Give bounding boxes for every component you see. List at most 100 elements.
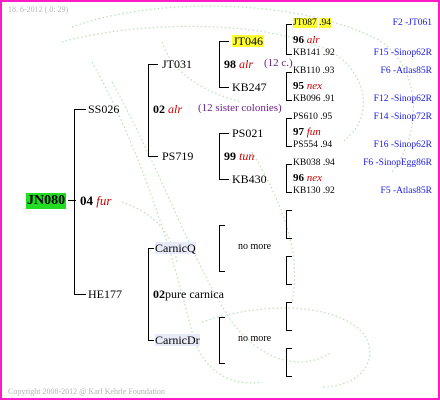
connector xyxy=(286,72,287,100)
gm1-id[interactable]: JT031 xyxy=(162,58,192,70)
connector xyxy=(219,133,229,134)
connector xyxy=(74,294,86,295)
gf1-id[interactable]: CarnicQ xyxy=(155,242,196,254)
connector xyxy=(286,192,292,193)
father-id[interactable]: HE177 xyxy=(88,288,122,300)
g4-3-year: .93 xyxy=(322,66,335,76)
g4-6-id: PS554 xyxy=(293,140,318,150)
g4-2[interactable]: KB141 .92 xyxy=(293,48,335,59)
g4-1-id: JT087 xyxy=(293,18,317,28)
g3-1-id[interactable]: JT046 xyxy=(232,35,264,47)
connector xyxy=(148,340,154,341)
g4-5[interactable]: PS610 .95 xyxy=(293,112,332,123)
g4-1-desc: F2 -JT061 xyxy=(392,18,432,28)
g3-4-year-value: 96 xyxy=(293,172,304,184)
connector xyxy=(286,330,292,331)
g4-5-desc: F14 -Sinop72R xyxy=(373,112,432,122)
g4-3-id: KB110 xyxy=(293,66,321,76)
g4-4-id: KB096 xyxy=(293,94,321,104)
g3-2-id[interactable]: KB247 xyxy=(232,81,267,93)
mother-id[interactable]: SS026 xyxy=(88,103,119,115)
g4-6[interactable]: PS554 .94 xyxy=(293,140,333,151)
gm1-year: 98 alr xyxy=(224,58,253,70)
connector xyxy=(219,179,229,180)
g4-4-desc: F12 -Sinop62R xyxy=(373,94,432,104)
father-year-value: 02 xyxy=(153,287,165,301)
copyright: Copyright 2008-2012 @ Karl Kehrle Founda… xyxy=(8,387,165,396)
connector xyxy=(148,64,149,156)
g3-4-origin: nex xyxy=(306,172,323,184)
connector xyxy=(286,100,292,101)
g3-4-id[interactable]: KB430 xyxy=(232,173,267,185)
g4-3-desc: F6 -Atlas85R xyxy=(380,66,432,76)
connector xyxy=(286,54,292,55)
g3-3-origin: fun xyxy=(306,126,321,138)
g4-5-id: PS610 xyxy=(293,112,318,122)
g4-8-id: KB130 xyxy=(293,186,321,196)
connector xyxy=(286,24,287,54)
g4-8-desc: F5 -Atlas85R xyxy=(380,186,432,196)
g4-1[interactable]: JT087 .94 xyxy=(293,18,331,29)
g4-3[interactable]: KB110 .93 xyxy=(293,66,335,77)
g3-1-origin: alr xyxy=(306,34,320,46)
connector xyxy=(148,64,158,65)
g4-6-desc: F16 -Sinop62R xyxy=(373,140,432,150)
gm2-origin: tun xyxy=(239,149,255,163)
mother-year-value: 02 xyxy=(153,102,165,116)
connector xyxy=(219,87,229,88)
g4-6-year: .94 xyxy=(320,140,333,150)
connector xyxy=(148,156,158,157)
gm2-year: 99 tun xyxy=(224,150,254,162)
gf2-id[interactable]: CarnicDr xyxy=(155,334,200,346)
connector xyxy=(219,41,220,87)
connector xyxy=(286,348,292,349)
g3-2-year: 95 nex xyxy=(293,81,322,92)
g4-2-desc: F15 -Sinop62R xyxy=(373,48,432,58)
g3-3-year: 97 fun xyxy=(293,127,321,138)
connector xyxy=(74,109,75,295)
connector xyxy=(286,284,292,285)
mother-note: (12 sister colonies) xyxy=(198,102,282,114)
gm2-id[interactable]: PS719 xyxy=(162,150,193,162)
g3-3-id[interactable]: PS021 xyxy=(232,127,263,139)
connector xyxy=(286,210,287,238)
connector xyxy=(148,248,149,340)
g4-8[interactable]: KB130 .92 xyxy=(293,186,335,197)
g3-4-year: 96 nex xyxy=(293,173,322,184)
connector xyxy=(286,164,292,165)
queen-root-id[interactable]: JN080 xyxy=(26,193,67,209)
g4-7-desc: F6 -SinopEgg86R xyxy=(363,158,432,168)
connector xyxy=(219,271,225,272)
connector xyxy=(286,146,292,147)
gm1-note: (12 c.) xyxy=(264,57,293,69)
connector xyxy=(286,348,287,376)
connector xyxy=(286,210,292,211)
connector xyxy=(286,256,287,284)
g4-1-year: .94 xyxy=(319,18,331,28)
pedigree-frame: 18. 6-2012 ( 0: 29) JN080 04 fur SS026 H… xyxy=(0,0,440,400)
gf2-none: no more xyxy=(238,333,272,344)
connector xyxy=(219,133,220,179)
connector xyxy=(148,248,154,249)
root-year: 04 xyxy=(80,193,93,208)
g4-2-id: KB141 xyxy=(293,48,321,58)
gm1-year-value: 98 xyxy=(224,57,236,71)
gf1-none: no more xyxy=(238,241,272,252)
g4-4[interactable]: KB096 .91 xyxy=(293,94,335,105)
g4-4-year: .91 xyxy=(322,94,335,104)
connector xyxy=(219,317,225,318)
g3-1-year-value: 96 xyxy=(293,34,304,46)
connector xyxy=(286,118,287,146)
connector xyxy=(219,363,225,364)
mother-year: 02 alr xyxy=(153,103,182,115)
father-origin: pure carnica xyxy=(165,287,224,301)
connector xyxy=(286,164,287,192)
connector xyxy=(74,109,86,110)
print-date: 18. 6-2012 ( 0: 29) xyxy=(8,5,69,14)
connector xyxy=(286,24,292,25)
g4-7[interactable]: KB038 .94 xyxy=(293,158,335,169)
connector xyxy=(286,256,292,257)
gm2-year-value: 99 xyxy=(224,149,236,163)
father-year: 02pure carnica xyxy=(153,288,224,300)
g4-2-year: .92 xyxy=(322,48,335,58)
